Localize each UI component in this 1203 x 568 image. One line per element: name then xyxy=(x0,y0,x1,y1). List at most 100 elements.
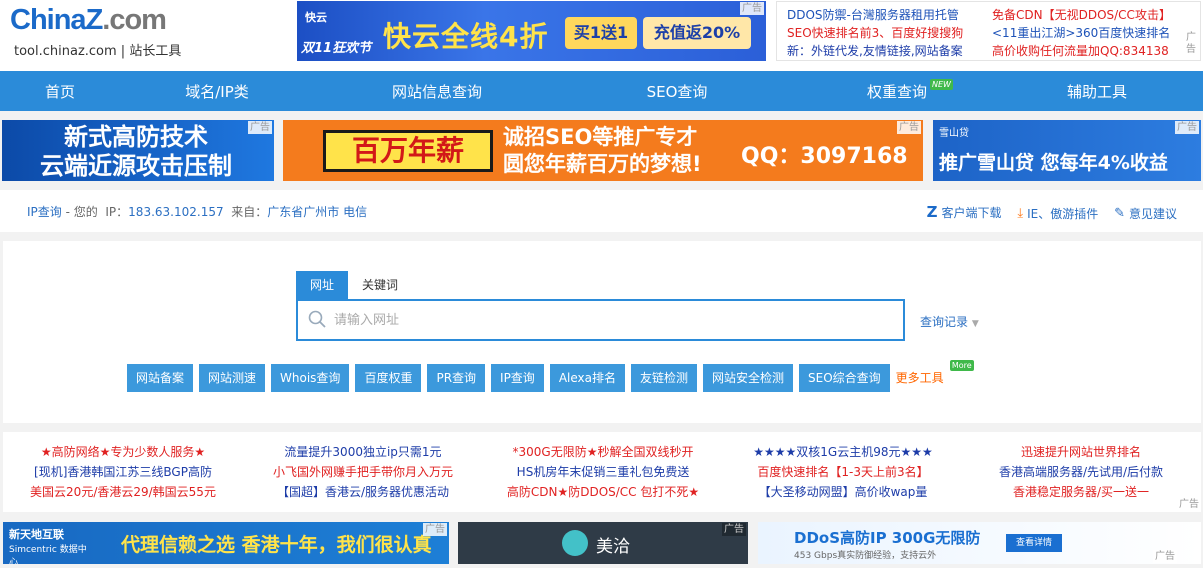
ad-label: 广告 xyxy=(722,523,746,536)
top-link[interactable]: DDOS防禦-台灣服务器租用托管 xyxy=(787,6,987,24)
nav-home[interactable]: 首页 xyxy=(0,71,120,111)
top-links-col-2: 免备CDN【无视DDOS/CC攻击】 <11重出江湖>360百度快速排名 高价收… xyxy=(992,6,1192,60)
top-text-links: DDOS防禦-台灣服务器租用托管 SEO快速排名前3、百度好搜搜狗 新：外链代发… xyxy=(776,1,1201,61)
text-ad-link[interactable]: HS机房年末促销三重礼包免费送 xyxy=(483,462,723,482)
ip-address: 183.63.102.157 xyxy=(128,205,224,219)
tab-url[interactable]: 网址 xyxy=(296,271,349,299)
bottom-ad-1[interactable]: 新天地互联 Simcentric 数据中心 代理信赖之选 香港十年，我们很认真 广… xyxy=(3,522,449,564)
search-icon xyxy=(308,310,326,328)
ad-banner-left[interactable]: 新式高防技术 云端近源攻击压制 广告 xyxy=(2,120,274,181)
chinaz-logo[interactable]: ChinaZ.com tool.chinaz.com | 站长工具 xyxy=(10,4,200,64)
edit-icon: ✎ xyxy=(1114,206,1125,221)
bottom-ad-2-text: 美洽 xyxy=(596,537,630,557)
ad-label: 广告 xyxy=(1177,498,1201,511)
page: ChinaZ.com tool.chinaz.com | 站长工具 快云 双11… xyxy=(0,0,1203,568)
text-ad-link[interactable]: 美国云20元/香港云29/韩国云55元 xyxy=(3,482,243,502)
new-badge: NEW xyxy=(930,79,953,90)
text-ad-link[interactable]: 流量提升3000独立ip只需1元 xyxy=(243,442,483,462)
ad-label: 广告 xyxy=(897,121,921,134)
quick-site-record[interactable]: 网站备案 xyxy=(127,364,194,392)
banner-festival: 双11狂欢节 xyxy=(301,41,372,56)
top-link[interactable]: 免备CDN【无视DDOS/CC攻击】 xyxy=(992,6,1192,24)
ad-right-logo: 雪山贷 xyxy=(939,128,969,139)
query-history-dropdown[interactable]: 查询记录 ▼ xyxy=(920,313,979,330)
top-links-col-1: DDOS防禦-台灣服务器租用托管 SEO快速排名前3、百度好搜搜狗 新：外链代发… xyxy=(787,6,987,60)
quick-alexa[interactable]: Alexa排名 xyxy=(549,364,625,392)
text-ad-col-4: ★★★★双核1G云主机98元★★★ 百度快速排名【1-3天上前3名】 【大圣移动… xyxy=(723,442,963,502)
quick-ip[interactable]: IP查询 xyxy=(491,364,544,392)
browser-plugin-link[interactable]: ⤓ IE、傲游插件 xyxy=(1017,205,1098,222)
quick-pr[interactable]: PR查询 xyxy=(427,364,486,392)
top-link[interactable]: SEO快速排名前3、百度好搜搜狗 xyxy=(787,24,987,42)
ad-banner-middle[interactable]: 百万年薪 诚招SEO等推广专才 圆您年薪百万的梦想! QQ：3097168 广告 xyxy=(283,120,923,181)
nav-domain-ip[interactable]: 域名/IP类 xyxy=(150,71,284,111)
quick-seo-overview[interactable]: SEO综合查询 xyxy=(799,364,890,392)
text-ad-link[interactable]: ★高防网络★专为少数人服务★ xyxy=(3,442,243,462)
search-input[interactable] xyxy=(334,310,884,330)
logo-wordmark: ChinaZ.com xyxy=(10,4,167,36)
client-download-link[interactable]: Z 客户端下载 xyxy=(927,203,1002,221)
top-link[interactable]: 新：外链代发,友情链接,网站备案 xyxy=(787,42,987,60)
tab-keyword[interactable]: 关键词 xyxy=(348,271,412,299)
quick-baidu-weight[interactable]: 百度权重 xyxy=(355,364,422,392)
more-tools-link[interactable]: 更多工具 More xyxy=(896,360,974,386)
nav-site-info[interactable]: 网站信息查询 xyxy=(370,71,504,111)
banner-offer-2: 充值返20% xyxy=(643,17,751,49)
feedback-link[interactable]: ✎ 意见建议 xyxy=(1114,205,1177,222)
ad-label: 广告 xyxy=(1153,550,1177,563)
text-ad-link[interactable]: *300G无限防★秒解全国双线秒开 xyxy=(483,442,723,462)
header: ChinaZ.com tool.chinaz.com | 站长工具 快云 双11… xyxy=(0,0,1203,71)
bottom-ad-2[interactable]: 美洽 广告 xyxy=(458,522,748,564)
ad-banner-right[interactable]: 雪山贷 推广雪山贷 您每年4%收益 广告 xyxy=(933,120,1201,181)
text-ad-link[interactable]: [现机]香港韩国江苏三线BGP高防 xyxy=(3,462,243,482)
quick-tools: 网站备案 网站测速 Whois查询 百度权重 PR查询 IP查询 Alexa排名 友链检测 网站… xyxy=(127,360,974,392)
banner-brand: 快云 xyxy=(305,11,327,24)
text-ad-link[interactable]: 小飞国外网赚手把手带你月入万元 xyxy=(243,462,483,482)
bottom-ad-3[interactable]: DDoS高防IP 300G无限防 453 Gbps真实防御经验，支持云外 查看详… xyxy=(758,522,1201,564)
ad-label: 广告 xyxy=(740,2,764,15)
main-nav: 首页 域名/IP类 网站信息查询 SEO查询 权重查询 NEW 辅助工具 xyxy=(0,71,1203,111)
ip-query-link[interactable]: IP查询 xyxy=(27,205,62,219)
bottom-ad-3-button[interactable]: 查看详情 xyxy=(1006,534,1062,552)
ip-info: IP查询 - 您的 IP：183.63.102.157 来自：广东省广州市 电信 xyxy=(27,205,368,219)
text-ad-link[interactable]: 百度快速排名【1-3天上前3名】 xyxy=(723,462,963,482)
ad-left-text: 新式高防技术 云端近源攻击压制 xyxy=(40,123,232,180)
text-ad-link[interactable]: 香港稳定服务器/买一送一 xyxy=(961,482,1201,502)
ip-location: 广东省广州市 电信 xyxy=(267,205,368,219)
top-link[interactable]: <11重出江湖>360百度快速排名 xyxy=(992,24,1192,42)
search-tabs: 网址 关键词 xyxy=(296,271,412,299)
nav-tools[interactable]: 辅助工具 xyxy=(1030,71,1164,111)
chevron-down-icon: ▼ xyxy=(971,319,979,329)
quick-security-check[interactable]: 网站安全检测 xyxy=(703,364,794,392)
tool-links: Z 客户端下载 ⤓ IE、傲游插件 ✎ 意见建议 xyxy=(915,203,1177,222)
text-ad-link[interactable]: 【国超】香港云/服务器优惠活动 xyxy=(243,482,483,502)
text-ad-link[interactable]: 香港高端服务器/先试用/后付款 xyxy=(961,462,1201,482)
logo-subtitle: tool.chinaz.com | 站长工具 xyxy=(14,44,182,59)
text-ad-col-5: 迅速提升网站世界排名 香港高端服务器/先试用/后付款 香港稳定服务器/买一送一 xyxy=(961,442,1201,502)
top-banner-ad[interactable]: 快云 双11狂欢节 快云全线4折 买1送1 充值返20% 广告 xyxy=(297,1,766,61)
quick-whois[interactable]: Whois查询 xyxy=(271,364,350,392)
text-ad-col-1: ★高防网络★专为少数人服务★ [现机]香港韩国江苏三线BGP高防 美国云20元/… xyxy=(3,442,243,502)
bottom-ad-1-text: 代理信赖之选 香港十年，我们很认真 xyxy=(121,534,432,556)
quick-link-check[interactable]: 友链检测 xyxy=(630,364,697,392)
bottom-ad-3-sub: 453 Gbps真实防御经验，支持云外 xyxy=(794,551,937,561)
ad-label: 广告 xyxy=(1175,121,1199,134)
ad-label: 广告 xyxy=(248,121,272,134)
quick-speed-test[interactable]: 网站测速 xyxy=(199,364,266,392)
text-ad-link[interactable]: 【大圣移动网盟】高价收wap量 xyxy=(723,482,963,502)
banner-headline: 快云全线4折 xyxy=(383,20,549,53)
ad-mid-badge: 百万年薪 xyxy=(323,130,493,172)
top-link[interactable]: 高价收购任何流量加QQ:834138 xyxy=(992,42,1192,60)
text-ad-link[interactable]: 高防CDN★防DDOS/CC 包打不死★ xyxy=(483,482,723,502)
search-panel: 网址关键词 查询记录 ▼ 网站备案网站测速Whois查询百度权重PR查询IP查询… xyxy=(3,241,1201,423)
ad-mid-qq: QQ：3097168 xyxy=(741,144,908,169)
text-ad-link[interactable]: ★★★★双核1G云主机98元★★★ xyxy=(723,442,963,462)
text-ad-col-2: 流量提升3000独立ip只需1元 小飞国外网赚手把手带你月入万元 【国超】香港云… xyxy=(243,442,483,502)
text-ad-link[interactable]: 迅速提升网站世界排名 xyxy=(961,442,1201,462)
banner-offer-1: 买1送1 xyxy=(565,17,637,49)
bottom-ad-3-title: DDoS高防IP 300G无限防 xyxy=(794,529,981,547)
text-ad-col-3: *300G无限防★秒解全国双线秒开 HS机房年末促销三重礼包免费送 高防CDN★… xyxy=(483,442,723,502)
ad-label: 广告 xyxy=(1184,32,1200,56)
nav-weight[interactable]: 权重查询 xyxy=(830,71,964,111)
nav-seo[interactable]: SEO查询 xyxy=(610,71,744,111)
